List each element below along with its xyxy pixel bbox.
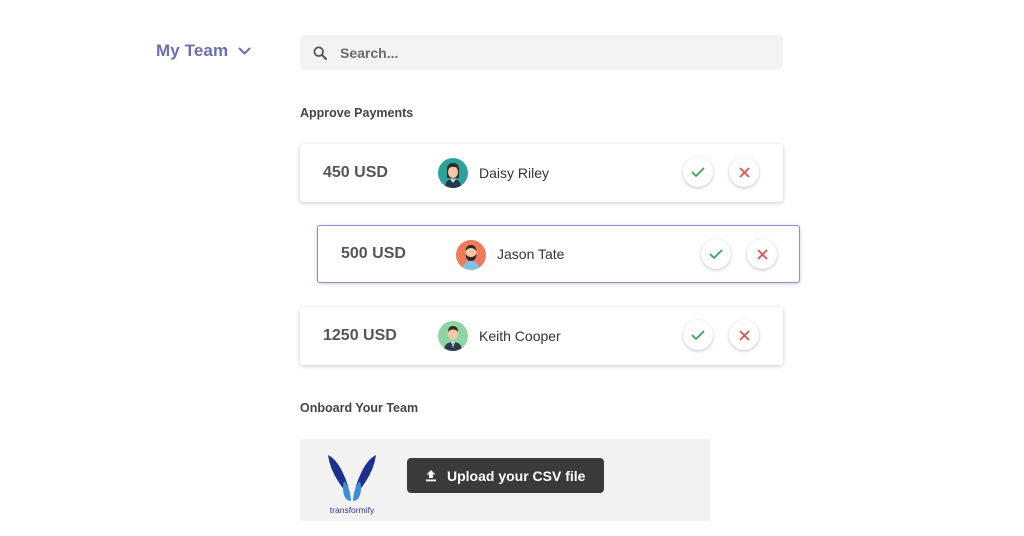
team-switcher[interactable]: My Team <box>156 41 251 61</box>
team-title: My Team <box>156 41 229 60</box>
person-name: Jason Tate <box>497 246 565 262</box>
person-name: Keith Cooper <box>479 328 561 344</box>
avatar <box>456 240 486 270</box>
avatar <box>438 158 468 188</box>
reject-button[interactable] <box>729 320 759 350</box>
chevron-down-icon <box>238 47 251 56</box>
section-title-approve-payments: Approve Payments <box>300 106 414 120</box>
close-icon <box>739 167 750 178</box>
payment-amount: 450 USD <box>323 164 388 181</box>
approve-button[interactable] <box>701 239 731 269</box>
reject-button[interactable] <box>729 157 759 187</box>
close-icon <box>757 249 768 260</box>
transformify-logo: transformify <box>326 451 378 517</box>
check-icon <box>691 330 705 341</box>
payment-row: 1250 USD Keith Cooper <box>300 307 783 365</box>
upload-icon <box>425 469 437 482</box>
section-title-onboard-your-team: Onboard Your Team <box>300 401 419 415</box>
search-icon <box>313 45 340 60</box>
avatar <box>438 321 468 351</box>
payment-amount: 500 USD <box>341 245 406 262</box>
approve-button[interactable] <box>683 320 713 350</box>
check-icon <box>691 167 705 178</box>
person-name: Daisy Riley <box>479 165 550 181</box>
reject-button[interactable] <box>747 239 777 269</box>
approve-button[interactable] <box>683 157 713 187</box>
check-icon <box>709 249 723 260</box>
payment-row: 450 USD Daisy Riley <box>300 144 783 202</box>
search-input[interactable] <box>340 44 740 61</box>
onboard-panel: transformify Upload your CSV file <box>300 439 710 521</box>
upload-csv-button[interactable]: Upload your CSV file <box>407 458 604 493</box>
close-icon <box>739 330 750 341</box>
logo-text: transformify <box>329 505 375 515</box>
search-bar <box>300 35 783 70</box>
payment-row-selected: 500 USD Jason Tate <box>317 225 800 283</box>
upload-label: Upload your CSV file <box>447 467 586 484</box>
payment-amount: 1250 USD <box>323 327 397 344</box>
